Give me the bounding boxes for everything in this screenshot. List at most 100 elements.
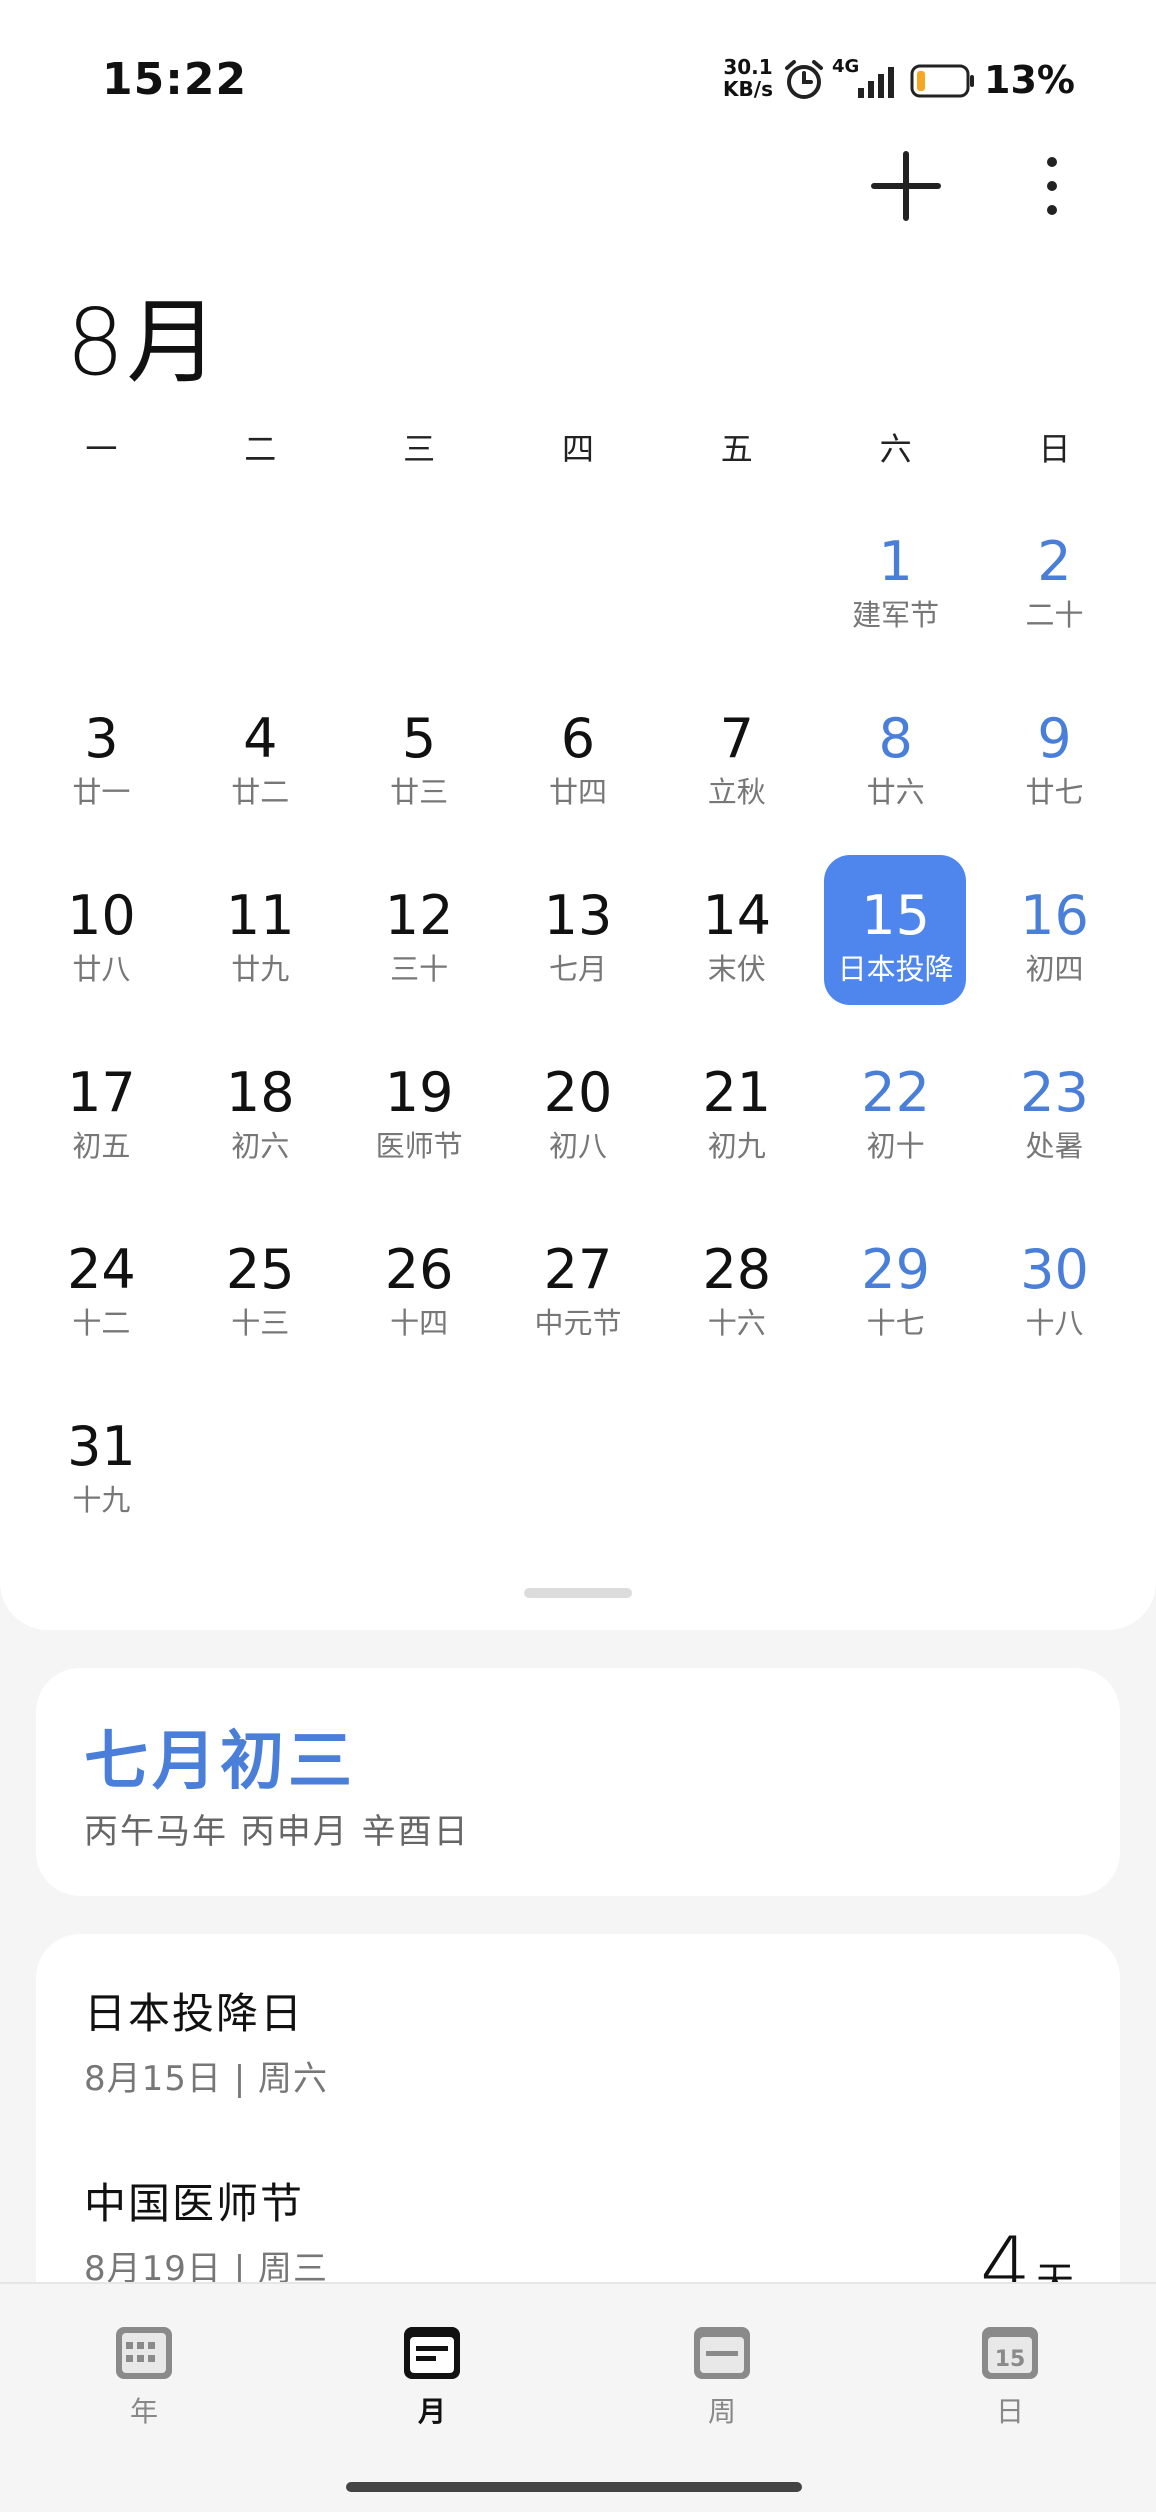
day-cell-9[interactable]: 9 廿七 [975,687,1134,864]
day-cell-25[interactable]: 25 十三 [181,1218,340,1395]
lunar-label: 初五 [72,1129,131,1163]
more-options-button[interactable] [1032,148,1072,224]
lunar-label: 廿六 [866,775,925,809]
add-event-button[interactable] [868,148,944,224]
day-cell-31[interactable]: 31 十九 [22,1395,181,1572]
empty-cell [657,510,816,687]
weekday-label: 五 [720,430,753,468]
weekday-label: 三 [403,430,436,468]
day-cell-21[interactable]: 21 初九 [657,1041,816,1218]
event-item[interactable]: 日本投降日 8月15日 | 周六 [84,1980,1074,2100]
lunar-label: 十四 [390,1306,449,1340]
day-cell-13[interactable]: 13 七月 [499,864,658,1041]
lunar-label: 廿四 [548,775,607,809]
status-time: 15:22 [102,54,248,105]
weekday-label: 四 [561,430,594,468]
lunar-label: 初六 [231,1129,290,1163]
day-cell-26[interactable]: 26 十四 [340,1218,499,1395]
day-cell-24[interactable]: 24 十二 [22,1218,181,1395]
day-number: 26 [384,1238,454,1301]
day-cell-17[interactable]: 17 初五 [22,1041,181,1218]
day-number: 25 [225,1238,295,1301]
day-cell-11[interactable]: 11 廿九 [181,864,340,1041]
home-indicator [346,2482,802,2492]
day-number: 24 [67,1238,136,1301]
day-cell-28[interactable]: 28 十六 [657,1218,816,1395]
day-cell-27[interactable]: 27 中元节 [499,1218,658,1395]
lunar-label: 处暑 [1025,1129,1084,1163]
day-cell-15[interactable]: 15 日本投降 [816,864,975,1041]
battery-icon [910,64,974,98]
weekday-header: 一二三四五六日 [22,424,1134,474]
empty-cell [22,510,181,687]
day-number: 21 [702,1061,772,1124]
day-number: 2 [1037,530,1072,593]
day-number: 11 [225,884,295,947]
day-cell-6[interactable]: 6 廿四 [499,687,658,864]
day-cell-12[interactable]: 12 三十 [340,864,499,1041]
day-cell-10[interactable]: 10 廿八 [22,864,181,1041]
lunar-label: 二十 [1025,598,1084,632]
drag-handle[interactable] [524,1588,632,1598]
tab-month[interactable]: 月 [372,2324,492,2444]
lunar-label: 初八 [548,1129,607,1163]
day-cell-5[interactable]: 5 廿三 [340,687,499,864]
month-calendar-icon [404,2327,460,2379]
lunar-label: 廿九 [231,952,290,986]
day-cell-22[interactable]: 22 初十 [816,1041,975,1218]
day-cell-8[interactable]: 8 廿六 [816,687,975,864]
lunar-label: 十八 [1025,1306,1084,1340]
day-cell-2[interactable]: 2 二十 [975,510,1134,687]
event-item[interactable]: 中国医师节 8月19日 | 周三 4 天 [84,2170,1074,2313]
lunar-label: 医师节 [375,1129,463,1163]
lunar-label: 十二 [72,1306,131,1340]
lunar-label: 廿三 [390,775,449,809]
day-number: 5 [401,707,437,770]
tab-day[interactable]: 15 日 [950,2324,1070,2444]
lunar-info-card: 七月初三 丙午马年 丙申月 辛酉日 [36,1668,1120,1896]
day-number: 30 [1020,1238,1089,1301]
lunar-label: 三十 [390,952,449,986]
day-cell-20[interactable]: 20 初八 [499,1041,658,1218]
day-cell-1[interactable]: 1 建军节 [816,510,975,687]
week-calendar-icon [694,2327,750,2379]
day-cell-30[interactable]: 30 十八 [975,1218,1134,1395]
day-cell-7[interactable]: 7 立秋 [657,687,816,864]
lunar-label: 初四 [1025,952,1084,986]
day-cell-18[interactable]: 18 初六 [181,1041,340,1218]
day-number: 22 [861,1061,930,1124]
lunar-date: 七月初三 [84,1724,356,1799]
day-number: 20 [543,1061,613,1124]
month-grid: 1 建军节 2 二十 3 廿一 4 廿二 5 廿三 6 廿四 7 立秋 8 廿六 9 廿七 10 廿八 11 廿九 12 三十… [22,510,1134,1572]
event-date: 8月15日 | 周六 [84,2059,328,2099]
day-number: 23 [1020,1061,1089,1124]
day-cell-16[interactable]: 16 初四 [975,864,1134,1041]
tab-week[interactable]: 周 [662,2324,782,2444]
lunar-label: 十九 [72,1483,131,1517]
empty-cell [181,510,340,687]
day-number: 19 [384,1061,454,1124]
day-number: 16 [1020,884,1089,947]
day-cell-19[interactable]: 19 医师节 [340,1041,499,1218]
day-number: 1 [878,530,913,593]
day-number: 27 [543,1238,613,1301]
day-cell-29[interactable]: 29 十七 [816,1218,975,1395]
battery-percentage: 13% [984,58,1075,102]
lunar-label: 十七 [866,1306,925,1340]
lunar-label: 十六 [707,1306,766,1340]
weekday-label: 二 [244,430,277,468]
day-cell-3[interactable]: 3 廿一 [22,687,181,864]
day-cell-14[interactable]: 14 末伏 [657,864,816,1041]
weekday-label: 一 [85,430,118,468]
day-cell-23[interactable]: 23 处暑 [975,1041,1134,1218]
tab-year[interactable]: 年 [84,2324,204,2444]
lunar-label: 廿八 [72,952,131,986]
lunar-label: 初十 [866,1129,925,1163]
day-number: 14 [702,884,772,947]
day-number: 9 [1037,707,1072,770]
day-cell-4[interactable]: 4 廿二 [181,687,340,864]
day-number: 8 [878,707,913,770]
event-name: 日本投降日 [84,1989,305,2038]
lunar-label: 日本投降 [837,952,954,986]
year-calendar-icon [116,2327,172,2379]
